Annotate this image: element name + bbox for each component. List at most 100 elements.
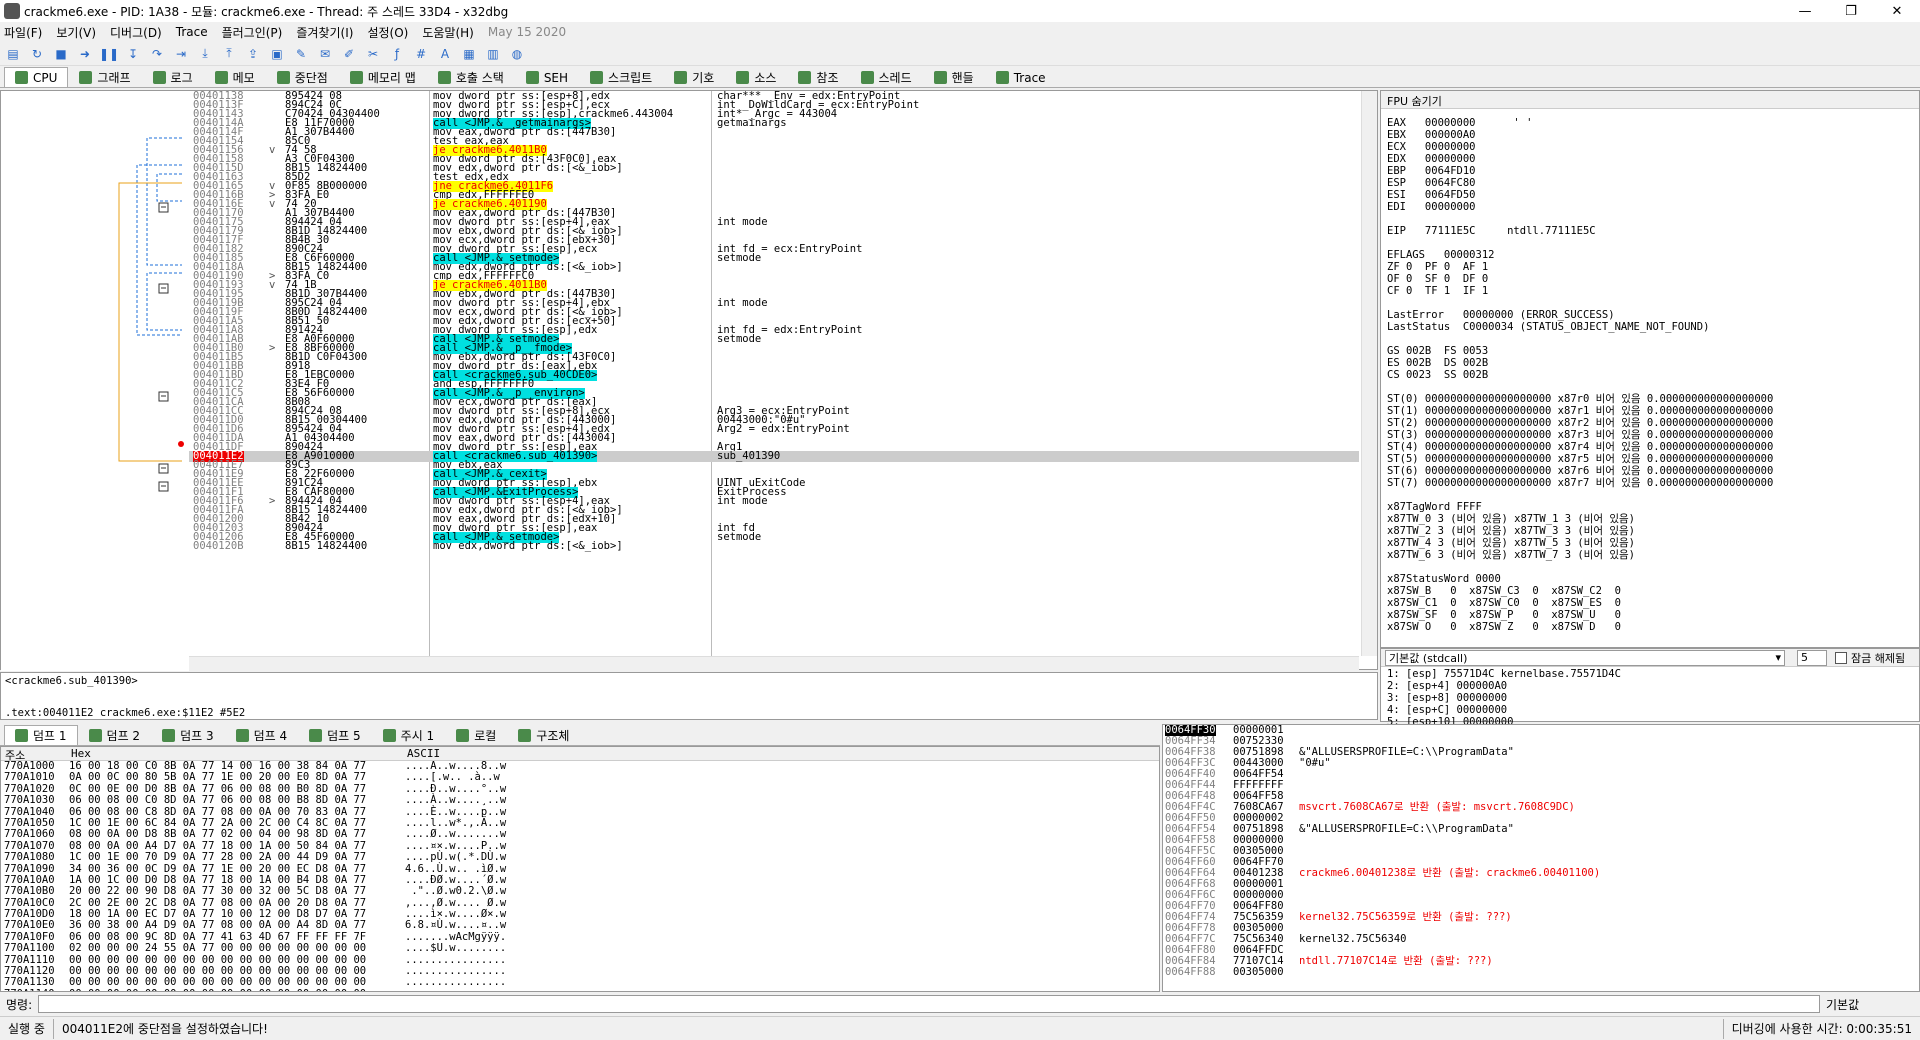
stack-row[interactable]: 0064FF88 00305000 [1163, 967, 1919, 978]
stop-icon[interactable]: ■ [52, 45, 70, 63]
register-line[interactable]: ST(7) 00000000000000000000 x87r7 비어 있음 0… [1387, 477, 1899, 489]
execute-till-return-icon[interactable]: ⤓ [196, 45, 214, 63]
tab-1[interactable]: 그래프 [68, 67, 141, 87]
tab-3[interactable]: 메모 [204, 67, 266, 87]
register-line[interactable]: x87SW_SF 0 x87SW_P 0 x87SW_U 0 [1387, 609, 1899, 621]
menu-item-3[interactable]: Trace [176, 25, 208, 39]
register-line[interactable]: ST(2) 00000000000000000000 x87r2 비어 있음 0… [1387, 417, 1899, 429]
tab-5[interactable]: 메모리 맵 [339, 67, 427, 87]
register-line[interactable]: LastError 00000000 (ERROR_SUCCESS) [1387, 309, 1899, 321]
menu-item-7[interactable]: 도움말(H) [422, 24, 474, 41]
tab-8[interactable]: 스크립트 [579, 67, 663, 87]
tab-13[interactable]: 핸들 [923, 67, 985, 87]
globe-icon[interactable]: ◍ [508, 45, 526, 63]
register-line[interactable]: EIP 77111E5C ntdll.77111E5C [1387, 225, 1899, 237]
step-into-icon[interactable]: ↧ [124, 45, 142, 63]
register-line[interactable]: x87StatusWord 0000 [1387, 573, 1899, 585]
run-icon[interactable]: ➜ [76, 45, 94, 63]
register-line[interactable]: OF 0 SF 0 DF 0 [1387, 273, 1899, 285]
stack-view[interactable]: 0064FF30 00000001 0064FF34 00752330 0064FF38… [1162, 724, 1920, 992]
register-line[interactable]: ESI 0064FD50 [1387, 189, 1899, 201]
register-line[interactable]: EDX 00000000 [1387, 153, 1899, 165]
register-line[interactable]: x87TagWord FFFF [1387, 501, 1899, 513]
tab-12[interactable]: 스레드 [850, 67, 923, 87]
comment-icon[interactable]: ✉ [316, 45, 334, 63]
dump-tab-0[interactable]: 덤프 1 [4, 725, 78, 745]
register-line[interactable]: x87SW_C1 0 x87SW_C0 0 x87SW_ES 0 [1387, 597, 1899, 609]
tab-14[interactable]: Trace [985, 67, 1057, 87]
register-line[interactable]: ST(6) 00000000000000000000 x87r6 비어 있음 0… [1387, 465, 1899, 477]
register-line[interactable]: EBP 0064FD10 [1387, 165, 1899, 177]
dump-row[interactable]: 770A1140 00 00 00 00 00 00 00 00 00 00 00… [1, 988, 1146, 991]
register-line[interactable]: ST(1) 00000000000000000000 x87r1 비어 있음 0… [1387, 405, 1899, 417]
step-over-icon[interactable]: ↷ [148, 45, 166, 63]
menu-item-0[interactable]: 파일(F) [4, 24, 42, 41]
register-list[interactable]: EAX 00000000 ' ' EBX 000000A0 ECX 00000000… [1381, 111, 1905, 631]
register-line[interactable]: EAX 00000000 ' ' [1387, 117, 1899, 129]
register-line[interactable]: EBX 000000A0 [1387, 129, 1899, 141]
menu-item-1[interactable]: 보기(V) [56, 24, 96, 41]
close-button[interactable]: ✕ [1874, 0, 1920, 22]
tab-11[interactable]: 참조 [787, 67, 849, 87]
menu-item-2[interactable]: 디버그(D) [110, 24, 162, 41]
pause-icon[interactable]: ❚❚ [99, 45, 119, 63]
lock-checkbox[interactable] [1835, 651, 1847, 664]
register-line[interactable]: x87TW_2 3 (비어 있음) x87TW_3 3 (비어 있음) [1387, 525, 1899, 537]
run-to-user-icon[interactable]: ⇥ [172, 45, 190, 63]
dump-row[interactable]: 770A1080 1C 00 1E 00 70 D9 0A 77 28 00 2A… [1, 851, 1146, 863]
calculator-icon[interactable]: ▦ [460, 45, 478, 63]
tab-10[interactable]: 소스 [725, 67, 787, 87]
dump-row[interactable]: 770A10B0 20 00 22 00 90 D8 0A 77 30 00 32… [1, 885, 1146, 897]
register-line[interactable]: x87TW_6 3 (비어 있음) x87TW_7 3 (비어 있음) [1387, 549, 1899, 561]
register-line[interactable]: EDI 00000000 [1387, 201, 1899, 213]
notes-icon[interactable]: ▥ [484, 45, 502, 63]
tab-9[interactable]: 기호 [663, 67, 725, 87]
step-back-icon[interactable]: ⤒ [220, 45, 238, 63]
tab-7[interactable]: SEH [515, 67, 579, 87]
register-line[interactable] [1387, 297, 1899, 309]
call-convention-select[interactable]: 기본값 (stdcall) ▾ [1385, 649, 1785, 666]
register-line[interactable] [1387, 561, 1899, 573]
bookmark-icon[interactable]: ✂ [364, 45, 382, 63]
dump-tab-3[interactable]: 덤프 4 [225, 725, 299, 745]
dump-rows[interactable]: 770A1000 16 00 18 00 C0 8B 0A 77 14 00 16… [1, 761, 1146, 991]
dump-row[interactable]: 770A1030 06 00 08 00 C0 8D 0A 77 06 00 08… [1, 794, 1146, 806]
open-icon[interactable]: ▤ [4, 45, 22, 63]
register-line[interactable] [1387, 213, 1899, 225]
register-line[interactable]: x87SW_B 0 x87SW_C3 0 x87SW_C2 0 [1387, 585, 1899, 597]
register-line[interactable]: x87TW_0 3 (비어 있음) x87TW_1 3 (비어 있음) [1387, 513, 1899, 525]
tab-6[interactable]: 호출 스택 [427, 67, 515, 87]
tab-4[interactable]: 중단점 [266, 67, 339, 87]
register-line[interactable]: ST(4) 00000000000000000000 x87r4 비어 있음 0… [1387, 441, 1899, 453]
menu-item-6[interactable]: 설정(O) [367, 24, 408, 41]
fpu-toggle[interactable]: FPU 숨기기 [1381, 91, 1919, 109]
tab-0[interactable]: CPU [4, 67, 69, 87]
register-line[interactable]: ST(5) 00000000000000000000 x87r5 비어 있음 0… [1387, 453, 1899, 465]
register-line[interactable]: ES 002B DS 002B [1387, 357, 1899, 369]
register-line[interactable]: ECX 00000000 [1387, 141, 1899, 153]
register-line[interactable]: x87TW_4 3 (비어 있음) x87TW_5 3 (비어 있음) [1387, 537, 1899, 549]
register-line[interactable]: x87SW_O 0 x87SW_Z 0 x87SW_D 0 [1387, 621, 1899, 631]
trace-icon[interactable]: ⇪ [244, 45, 262, 63]
register-line[interactable] [1387, 381, 1899, 393]
dump-tab-7[interactable]: 구조체 [507, 725, 580, 745]
register-line[interactable] [1387, 237, 1899, 249]
dump-row[interactable]: 770A1100 02 00 00 00 24 55 0A 77 00 00 00… [1, 942, 1146, 954]
register-line[interactable] [1387, 333, 1899, 345]
function-icon[interactable]: ƒ [388, 45, 406, 63]
hash-icon[interactable]: # [412, 45, 430, 63]
tab-2[interactable]: 로그 [142, 67, 204, 87]
dump-tab-6[interactable]: 로컬 [445, 725, 507, 745]
register-line[interactable]: ST(3) 00000000000000000000 x87r3 비어 있음 0… [1387, 429, 1899, 441]
patch-icon[interactable]: ✎ [292, 45, 310, 63]
command-input[interactable] [38, 995, 1820, 1013]
maximize-button[interactable]: ❐ [1828, 0, 1874, 22]
label-icon[interactable]: ✐ [340, 45, 358, 63]
command-mode[interactable]: 기본값 [1820, 996, 1920, 1013]
register-line[interactable]: ZF 0 PF 0 AF 1 [1387, 261, 1899, 273]
dump-tab-2[interactable]: 덤프 3 [151, 725, 225, 745]
arg-count-spinner[interactable]: 5 [1797, 649, 1827, 666]
register-line[interactable] [1387, 489, 1899, 501]
menu-item-4[interactable]: 플러그인(P) [222, 24, 283, 41]
disasm-hscrollbar[interactable] [189, 656, 1359, 670]
